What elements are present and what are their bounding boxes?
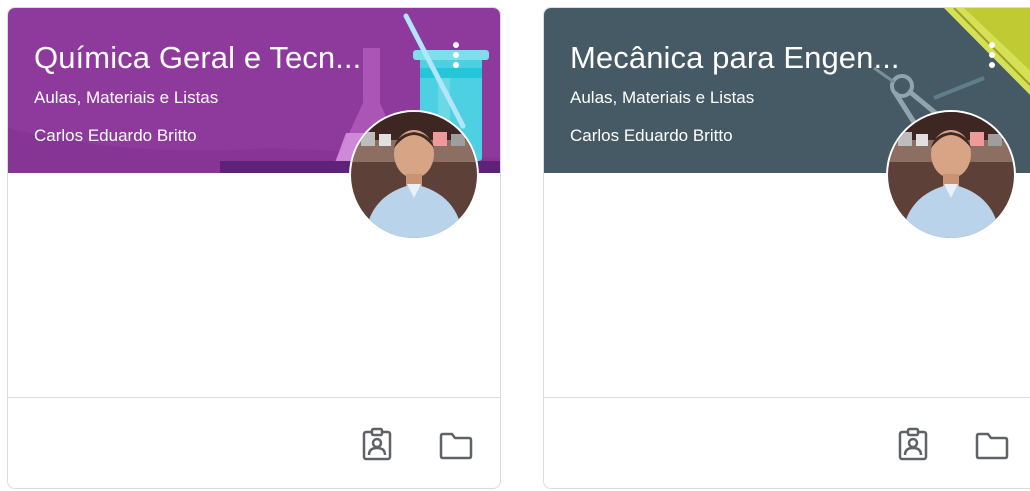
course-board: Química Geral e Tecn... Aulas, Materiais… [0, 0, 1030, 491]
course-section: Aulas, Materiais e Listas [570, 88, 755, 107]
teacher-avatar [888, 112, 1014, 238]
course-teacher[interactable]: Carlos Eduardo Britto [34, 125, 197, 147]
more-vert-icon[interactable] [444, 38, 468, 74]
card-footer [8, 397, 500, 488]
more-vert-icon[interactable] [980, 38, 1004, 74]
teacher-avatar [351, 112, 477, 238]
assignment-ind-icon[interactable] [359, 427, 395, 463]
card-footer [544, 397, 1030, 488]
course-title[interactable]: Química Geral e Tecn... [34, 38, 420, 78]
course-section: Aulas, Materiais e Listas [34, 88, 219, 107]
course-title[interactable]: Mecânica para Engen... [570, 38, 956, 78]
assignment-ind-icon[interactable] [895, 427, 931, 463]
folder-icon[interactable] [438, 427, 474, 463]
folder-icon[interactable] [974, 427, 1010, 463]
course-teacher[interactable]: Carlos Eduardo Britto [570, 125, 733, 147]
course-card-mecanica[interactable]: Mecânica para Engen... Aulas, Materiais … [543, 7, 1030, 489]
course-card-quimica[interactable]: Química Geral e Tecn... Aulas, Materiais… [7, 7, 501, 489]
